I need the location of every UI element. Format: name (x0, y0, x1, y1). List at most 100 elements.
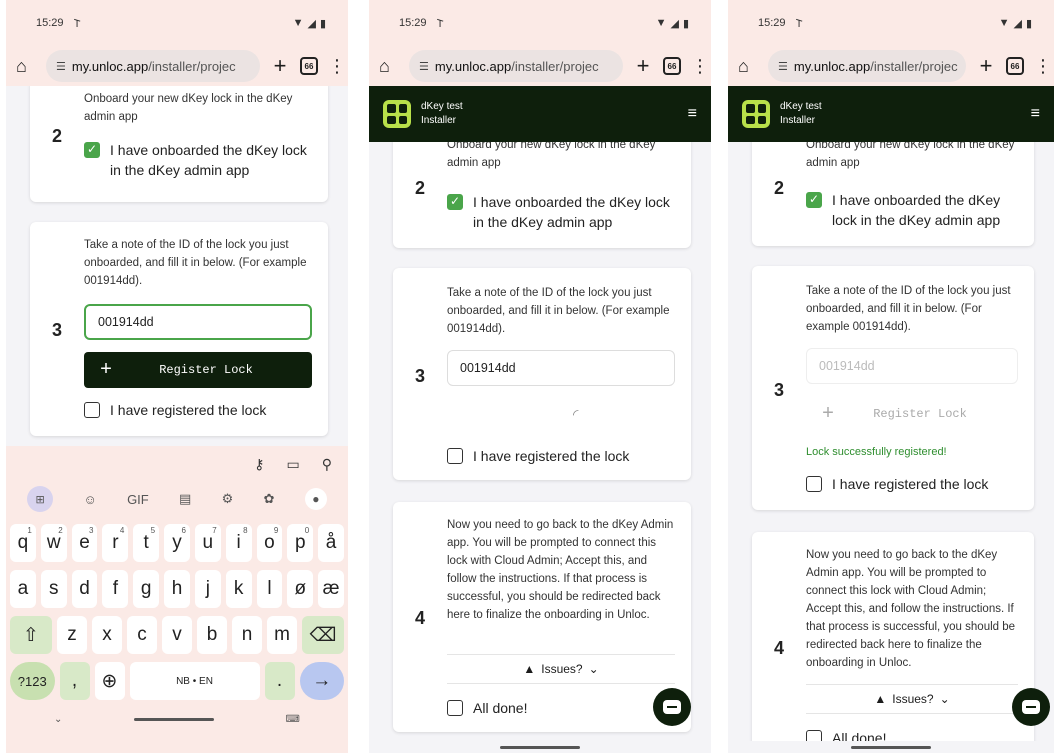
key[interactable]: p0 (287, 524, 314, 562)
tab-switcher-button[interactable]: 66 (300, 57, 318, 75)
key[interactable]: a (10, 570, 36, 608)
space-bar[interactable]: NB • EN (129, 662, 260, 700)
onboarded-checkbox[interactable]: ✓ I have onboarded the dKey lock in the d… (84, 140, 318, 180)
checkbox-icon[interactable] (806, 476, 822, 492)
new-tab-icon[interactable]: + (633, 53, 653, 79)
hamburger-menu-icon[interactable]: ≡ (1031, 105, 1040, 123)
more-icon[interactable]: ⋮ (328, 56, 346, 77)
key[interactable]: v (162, 616, 192, 654)
key[interactable]: m (267, 616, 297, 654)
location-icon[interactable]: ⚲ (322, 456, 332, 473)
wifi-icon: ▼ (655, 17, 667, 29)
onboarded-checkbox[interactable]: ✓ I have onboarded the dKey lock in the d… (806, 190, 1024, 230)
key[interactable]: q1 (10, 524, 36, 562)
chat-fab-button[interactable] (653, 688, 691, 726)
clipboard-icon[interactable]: ▤ (179, 491, 191, 507)
hamburger-menu-icon[interactable]: ≡ (688, 105, 697, 123)
tune-icon[interactable]: ☰ (419, 60, 429, 73)
globe-icon[interactable]: ⊕ (94, 662, 125, 700)
issues-dropdown[interactable]: ▲ Issues? ⌄ (447, 654, 675, 684)
keyboard-icon[interactable]: ⌨ (286, 714, 300, 725)
key[interactable]: y6 (164, 524, 190, 562)
all-done-checkbox[interactable]: All done! (447, 698, 681, 718)
new-tab-icon[interactable]: + (976, 53, 996, 79)
checkbox-icon[interactable] (806, 730, 822, 741)
new-tab-icon[interactable]: + (270, 53, 290, 79)
step-number: 4 (774, 638, 785, 658)
onboarded-checkbox[interactable]: ✓ I have onboarded the dKey lock in the d… (447, 192, 681, 232)
key[interactable]: æ (318, 570, 344, 608)
period-key[interactable]: . (264, 662, 295, 700)
key[interactable]: h (164, 570, 190, 608)
key[interactable]: ø (287, 570, 314, 608)
key[interactable]: x (92, 616, 122, 654)
key[interactable]: u7 (194, 524, 221, 562)
checkbox-icon[interactable] (84, 402, 100, 418)
issues-dropdown[interactable]: ▲ Issues? ⌄ (806, 684, 1018, 714)
key[interactable]: w2 (40, 524, 67, 562)
key[interactable]: b (197, 616, 227, 654)
tune-icon[interactable]: ☰ (778, 60, 788, 73)
home-icon[interactable]: ⌂ (379, 56, 399, 77)
tab-switcher-button[interactable]: 66 (1006, 57, 1024, 75)
tune-icon[interactable]: ☰ (56, 60, 66, 73)
key[interactable]: c (127, 616, 157, 654)
gif-button[interactable]: GIF (127, 492, 149, 507)
mic-icon[interactable]: ● (304, 488, 327, 510)
enter-arrow-icon[interactable]: → (299, 662, 344, 700)
checkbox-checked-icon[interactable]: ✓ (806, 192, 822, 208)
lock-id-input[interactable]: 001914dd (447, 350, 675, 386)
key[interactable]: z (57, 616, 87, 654)
key[interactable]: j (194, 570, 221, 608)
more-icon[interactable]: ⋮ (1034, 56, 1052, 77)
palette-icon[interactable]: ✿ (264, 491, 275, 507)
key[interactable]: å (318, 524, 344, 562)
key[interactable]: i8 (225, 524, 252, 562)
registered-checkbox[interactable]: I have registered the lock (806, 474, 1024, 494)
registered-checkbox[interactable]: I have registered the lock (447, 446, 681, 466)
backspace-icon[interactable]: ⌫ (302, 616, 344, 654)
gear-icon[interactable]: ⚙ (222, 491, 234, 507)
key[interactable]: n (232, 616, 262, 654)
lock-id-input[interactable]: 001914dd (84, 304, 312, 340)
step-3-card: 3 Take a note of the ID of the lock you … (752, 266, 1034, 510)
key[interactable]: f (102, 570, 129, 608)
lock-id-input[interactable]: 001914dd (806, 348, 1018, 384)
key[interactable]: s (40, 570, 67, 608)
key[interactable]: o9 (256, 524, 283, 562)
checkbox-icon[interactable] (447, 448, 463, 464)
key[interactable]: d (71, 570, 98, 608)
key[interactable]: g (133, 570, 160, 608)
url-bar[interactable]: ☰ my.unloc.app/installer/projec (46, 50, 260, 82)
key[interactable]: e3 (71, 524, 98, 562)
symbols-key[interactable]: ?123 (10, 662, 55, 700)
key[interactable]: l (256, 570, 283, 608)
checkbox-icon[interactable] (447, 700, 463, 716)
battery-icon: ▮ (1025, 17, 1032, 30)
chat-fab-button[interactable] (1012, 688, 1050, 726)
more-icon[interactable]: ⋮ (691, 56, 709, 77)
tab-switcher-button[interactable]: 66 (663, 57, 681, 75)
chevron-down-icon: ⌄ (939, 692, 950, 706)
key[interactable]: t5 (133, 524, 160, 562)
checkbox-checked-icon[interactable]: ✓ (447, 194, 463, 210)
card-icon[interactable]: ▭ (287, 456, 300, 473)
home-icon[interactable]: ⌂ (738, 56, 758, 77)
key-icon[interactable]: ⚷ (254, 456, 264, 473)
sticker-icon[interactable]: ☺ (83, 492, 96, 507)
emoji-comma-key[interactable]: , (59, 662, 90, 700)
register-lock-button[interactable]: + Register Lock (84, 352, 312, 388)
url-bar[interactable]: ☰ my.unloc.app/installer/projec (768, 50, 966, 82)
shift-icon[interactable]: ⇧ (10, 616, 52, 654)
key[interactable]: r4 (102, 524, 129, 562)
key[interactable]: k (225, 570, 252, 608)
registered-checkbox[interactable]: I have registered the lock (84, 400, 318, 420)
register-lock-button[interactable]: + Register Lock (806, 396, 1018, 432)
chevron-down-icon[interactable]: ⌄ (54, 714, 62, 725)
url-bar[interactable]: ☰ my.unloc.app/installer/projec (409, 50, 623, 82)
checkbox-checked-icon[interactable]: ✓ (84, 142, 100, 158)
top-chrome: 15:29 𐌕 ▼ ◢ ▮ ⌂ ☰ my.unloc.app/installer/pro… (728, 0, 1054, 86)
home-icon[interactable]: ⌂ (16, 56, 36, 77)
apps-grid-icon[interactable]: ⊞ (27, 486, 54, 512)
all-done-checkbox[interactable]: All done! (806, 728, 1024, 741)
